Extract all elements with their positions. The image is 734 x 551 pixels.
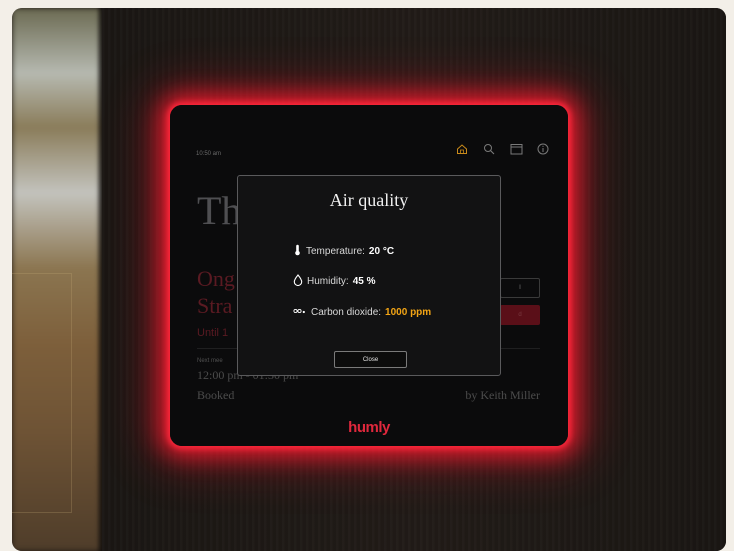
room-booking-device: 10:50 am Th Ong Stra Until 1 ll d Next m… (170, 105, 568, 446)
info-icon[interactable] (536, 142, 550, 156)
meeting-until: Until 1 (197, 327, 229, 339)
humidity-label: Humidity: (307, 276, 349, 287)
end-meeting-button[interactable]: d (500, 305, 540, 325)
co2-icon (293, 306, 307, 319)
home-icon[interactable] (455, 142, 469, 156)
co2-row: Carbon dioxide: 1000 ppm (293, 306, 431, 319)
next-meeting-label: Next mee (197, 358, 223, 364)
humidity-row: Humidity: 45 % (293, 274, 375, 289)
air-quality-dialog: Air quality Temperature: 20 °C Humidity:… (237, 175, 501, 376)
clock-time: 10:50 am (196, 151, 222, 157)
temperature-row: Temperature: 20 °C (293, 244, 394, 259)
room-title: Th (197, 188, 242, 233)
next-meeting-status: Booked (197, 388, 235, 402)
co2-label: Carbon dioxide: (311, 307, 382, 318)
dialog-title: Air quality (329, 190, 409, 210)
humidity-value: 45 % (352, 276, 376, 287)
calendar-icon[interactable] (509, 142, 523, 156)
temperature-value: 20 °C (368, 246, 395, 257)
search-icon[interactable] (482, 142, 496, 156)
brand-logo: humly (348, 419, 390, 436)
droplet-icon (293, 274, 303, 289)
top-nav (455, 142, 550, 156)
next-meeting-organizer: by Keith Miller (465, 388, 540, 402)
side-action-button[interactable]: ll (500, 278, 540, 298)
device-screen: 10:50 am Th Ong Stra Until 1 ll d Next m… (170, 105, 568, 446)
co2-value: 1000 ppm (385, 307, 432, 318)
background-door-outline (12, 273, 72, 513)
close-button[interactable]: Close (334, 351, 407, 368)
thermometer-icon (293, 244, 302, 259)
temperature-label: Temperature: (306, 246, 365, 257)
